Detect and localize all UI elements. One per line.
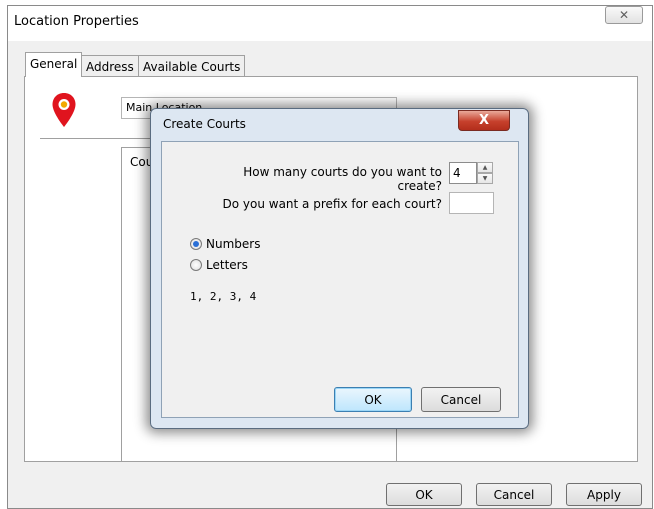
window-close-button[interactable]: ✕ bbox=[605, 6, 643, 24]
arrow-up-icon: ▲ bbox=[482, 164, 488, 171]
numbers-radio-label[interactable]: Numbers bbox=[206, 237, 260, 251]
letters-radio[interactable] bbox=[190, 259, 202, 271]
court-names-preview: 1, 2, 3, 4 bbox=[190, 290, 257, 303]
court-count-label: How many courts do you want to create? bbox=[243, 165, 442, 193]
dialog-ok-button[interactable]: OK bbox=[334, 387, 412, 412]
spin-down-button[interactable]: ▼ bbox=[477, 173, 493, 184]
dialog-cancel-button[interactable]: Cancel bbox=[421, 387, 501, 412]
window-title: Location Properties bbox=[14, 14, 139, 29]
dialog-title: Create Courts bbox=[163, 117, 246, 131]
spin-up-button[interactable]: ▲ bbox=[477, 162, 493, 173]
tab-available-courts[interactable]: Available Courts bbox=[138, 55, 246, 76]
cancel-button[interactable]: Cancel bbox=[476, 483, 552, 506]
tab-general[interactable]: General bbox=[25, 52, 83, 77]
numbers-radio[interactable] bbox=[190, 238, 202, 250]
map-pin-icon bbox=[52, 93, 76, 127]
ok-button[interactable]: OK bbox=[386, 483, 462, 506]
apply-button[interactable]: Apply bbox=[566, 483, 642, 506]
close-icon: ✕ bbox=[618, 8, 630, 22]
dialog-close-button[interactable]: X bbox=[458, 110, 510, 131]
close-icon: X bbox=[478, 113, 490, 128]
prefix-input[interactable] bbox=[449, 192, 494, 214]
tab-address[interactable]: Address bbox=[81, 55, 139, 76]
letters-radio-label[interactable]: Letters bbox=[206, 258, 248, 272]
prefix-label: Do you want a prefix for each court? bbox=[222, 197, 443, 211]
arrow-down-icon: ▼ bbox=[482, 175, 488, 182]
court-count-input[interactable]: 4 bbox=[449, 162, 477, 184]
